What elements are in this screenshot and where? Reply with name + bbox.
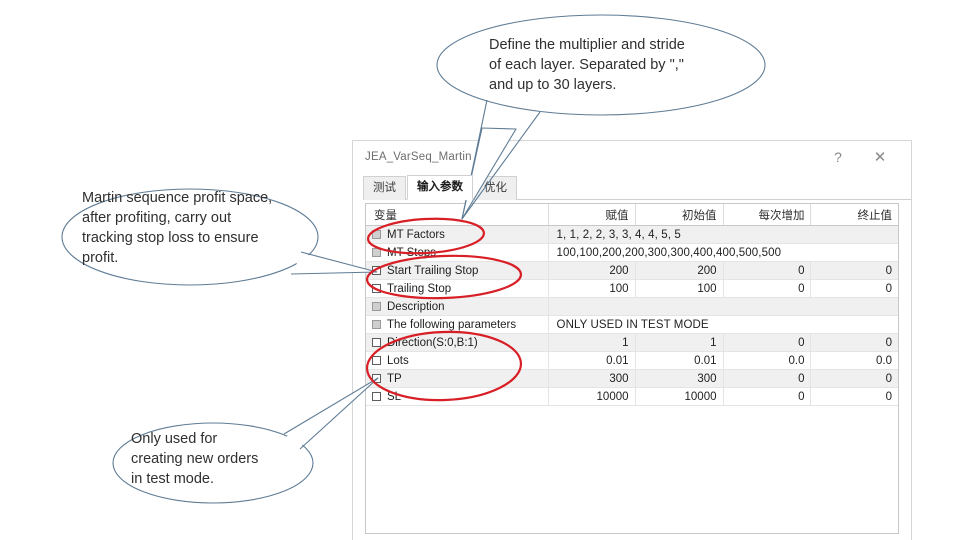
row-checkbox[interactable] bbox=[372, 356, 381, 365]
parameter-table: 变量 赋值 初始值 每次增加 终止值 MT Factors 1, 1, 2, 2… bbox=[366, 204, 898, 406]
column-header-initial[interactable]: 初始值 bbox=[635, 204, 724, 226]
row-initial-cell[interactable]: 200 bbox=[635, 261, 724, 280]
row-step-cell[interactable]: 0 bbox=[723, 369, 812, 388]
row-checkbox[interactable] bbox=[372, 284, 381, 293]
table-row[interactable]: TP 300 300 0 0 bbox=[366, 369, 898, 388]
row-initial-cell[interactable]: 100 bbox=[635, 279, 724, 298]
row-variable-label: Start Trailing Stop bbox=[387, 264, 479, 277]
row-checkbox[interactable] bbox=[372, 338, 381, 347]
table-row[interactable]: Lots 0.01 0.01 0.0 0.0 bbox=[366, 351, 898, 370]
row-variable-cell: Direction(S:0,B:1) bbox=[366, 333, 549, 352]
tab-strip: 测试 输入参数 优化 bbox=[363, 173, 911, 200]
row-stop-cell[interactable]: 0 bbox=[810, 279, 898, 298]
callout-text-top: Define the multiplier and stride of each… bbox=[489, 37, 685, 93]
tab-optimization[interactable]: 优化 bbox=[474, 176, 517, 200]
row-checkbox[interactable] bbox=[372, 266, 381, 275]
row-variable-label: TP bbox=[387, 372, 402, 385]
row-span-cell[interactable]: 100,100,200,200,300,300,400,400,500,500 bbox=[548, 243, 898, 262]
parameter-dialog-window: JEA_VarSeq_Martin ? ✕ 测试 输入参数 优化 变量 赋值 初… bbox=[352, 140, 912, 540]
row-stop-cell[interactable]: 0 bbox=[810, 333, 898, 352]
screenshot-root: JEA_VarSeq_Martin ? ✕ 测试 输入参数 优化 变量 赋值 初… bbox=[0, 0, 960, 540]
close-button[interactable]: ✕ bbox=[865, 145, 895, 169]
row-variable-cell: Description bbox=[366, 297, 549, 316]
row-variable-label: Direction(S:0,B:1) bbox=[387, 336, 478, 349]
row-value-cell[interactable]: 0.01 bbox=[548, 351, 636, 370]
row-span-cell[interactable]: ONLY USED IN TEST MODE bbox=[548, 315, 898, 334]
table-row[interactable]: The following parameters ONLY USED IN TE… bbox=[366, 315, 898, 334]
row-step-cell[interactable]: 0 bbox=[723, 261, 812, 280]
table-row[interactable]: MT Steps 100,100,200,200,300,300,400,400… bbox=[366, 243, 898, 262]
row-value-cell[interactable]: 10000 bbox=[548, 387, 636, 406]
row-variable-cell: The following parameters bbox=[366, 315, 549, 334]
row-stop-cell[interactable]: 0 bbox=[810, 261, 898, 280]
callout-text-bottom: Only used for creating new orders in tes… bbox=[131, 431, 259, 487]
row-span-cell[interactable] bbox=[548, 297, 898, 316]
row-value-cell[interactable]: 200 bbox=[548, 261, 636, 280]
row-checkbox[interactable] bbox=[372, 374, 381, 383]
help-button[interactable]: ? bbox=[823, 145, 853, 169]
column-header-variable[interactable]: 变量 bbox=[366, 204, 549, 226]
row-step-cell[interactable]: 0 bbox=[723, 387, 812, 406]
column-header-value[interactable]: 赋值 bbox=[548, 204, 636, 226]
row-variable-label: MT Factors bbox=[387, 228, 445, 241]
row-step-cell[interactable]: 0.0 bbox=[723, 351, 812, 370]
table-row[interactable]: Direction(S:0,B:1) 1 1 0 0 bbox=[366, 333, 898, 352]
row-value-cell[interactable]: 300 bbox=[548, 369, 636, 388]
column-header-stop[interactable]: 终止值 bbox=[810, 204, 898, 226]
row-span-cell[interactable]: 1, 1, 2, 2, 3, 3, 4, 4, 5, 5 bbox=[548, 225, 898, 244]
row-checkbox[interactable] bbox=[372, 302, 381, 311]
callout-text-left: Martin sequence profit space, after prof… bbox=[82, 190, 273, 266]
table-row[interactable]: Description bbox=[366, 297, 898, 316]
row-checkbox[interactable] bbox=[372, 248, 381, 257]
window-title-bar: JEA_VarSeq_Martin ? ✕ bbox=[353, 141, 911, 173]
row-variable-label: MT Steps bbox=[387, 246, 436, 259]
row-variable-label: Description bbox=[387, 300, 445, 313]
row-variable-cell: SL bbox=[366, 387, 549, 406]
table-row[interactable]: SL 10000 10000 0 0 bbox=[366, 387, 898, 406]
column-header-step[interactable]: 每次增加 bbox=[723, 204, 812, 226]
row-checkbox[interactable] bbox=[372, 230, 381, 239]
row-step-cell[interactable]: 0 bbox=[723, 333, 812, 352]
row-initial-cell[interactable]: 0.01 bbox=[635, 351, 724, 370]
table-row[interactable]: Start Trailing Stop 200 200 0 0 bbox=[366, 261, 898, 280]
row-checkbox[interactable] bbox=[372, 320, 381, 329]
table-header-row: 变量 赋值 初始值 每次增加 终止值 bbox=[366, 204, 898, 226]
tab-input-parameters[interactable]: 输入参数 bbox=[407, 175, 473, 200]
row-variable-cell: Trailing Stop bbox=[366, 279, 549, 298]
row-variable-cell: MT Factors bbox=[366, 225, 549, 244]
row-variable-cell: Start Trailing Stop bbox=[366, 261, 549, 280]
row-value-cell[interactable]: 100 bbox=[548, 279, 636, 298]
row-initial-cell[interactable]: 10000 bbox=[635, 387, 724, 406]
row-variable-label: Trailing Stop bbox=[387, 282, 452, 295]
row-initial-cell[interactable]: 1 bbox=[635, 333, 724, 352]
row-variable-label: Lots bbox=[387, 354, 409, 367]
row-stop-cell[interactable]: 0 bbox=[810, 369, 898, 388]
row-step-cell[interactable]: 0 bbox=[723, 279, 812, 298]
row-stop-cell[interactable]: 0 bbox=[810, 387, 898, 406]
row-variable-cell: Lots bbox=[366, 351, 549, 370]
table-row[interactable]: Trailing Stop 100 100 0 0 bbox=[366, 279, 898, 298]
row-variable-label: SL bbox=[387, 390, 402, 403]
row-initial-cell[interactable]: 300 bbox=[635, 369, 724, 388]
row-variable-cell: TP bbox=[366, 369, 549, 388]
tab-test[interactable]: 测试 bbox=[363, 176, 406, 200]
row-variable-label: The following parameters bbox=[387, 318, 517, 331]
row-value-cell[interactable]: 1 bbox=[548, 333, 636, 352]
table-row[interactable]: MT Factors 1, 1, 2, 2, 3, 3, 4, 4, 5, 5 bbox=[366, 225, 898, 244]
parameter-table-panel[interactable]: 变量 赋值 初始值 每次增加 终止值 MT Factors 1, 1, 2, 2… bbox=[365, 203, 899, 534]
row-checkbox[interactable] bbox=[372, 392, 381, 401]
row-stop-cell[interactable]: 0.0 bbox=[810, 351, 898, 370]
row-variable-cell: MT Steps bbox=[366, 243, 549, 262]
window-title: JEA_VarSeq_Martin bbox=[365, 151, 472, 163]
